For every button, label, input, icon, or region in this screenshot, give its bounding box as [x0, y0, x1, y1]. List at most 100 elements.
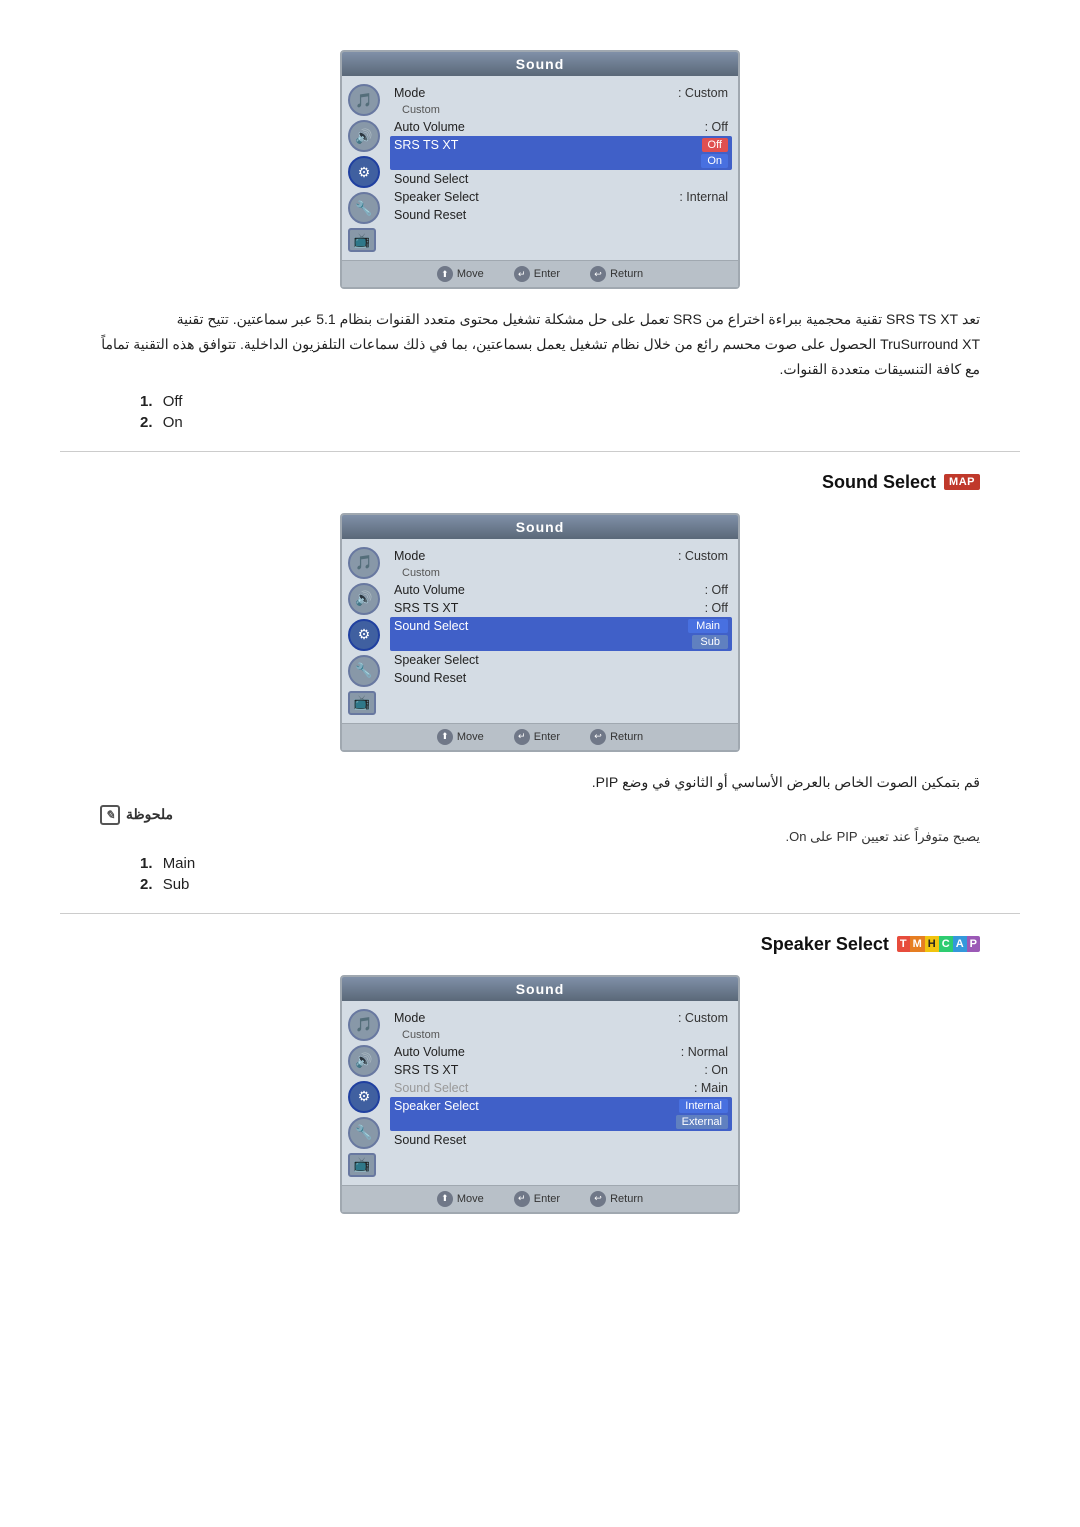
move-icon-2: ⬆: [437, 729, 453, 745]
sidebar3-icon-2: 🔊: [348, 1045, 380, 1077]
menu2-row-srs: SRS TS XT : Off: [390, 599, 732, 617]
sidebar2-icon-1: 🎵: [348, 547, 380, 579]
soundreset2-label: Sound Reset: [394, 671, 466, 685]
menu3-row-mode: Mode : Custom: [390, 1009, 732, 1027]
note-title: ملحوظة ✎: [100, 805, 980, 825]
srs-off-value: Off: [702, 138, 728, 152]
badge-t: T: [897, 936, 910, 952]
mode2-value: : Custom: [678, 549, 728, 563]
autovolume3-label: Auto Volume: [394, 1045, 465, 1059]
sidebar3-icon-1: 🎵: [348, 1009, 380, 1041]
menu2-row-mode: Mode : Custom: [390, 547, 732, 565]
footer-return-1: ↩ Return: [590, 266, 643, 282]
sound-select-arabic: قم بتمكين الصوت الخاص بالعرض الأساسي أو …: [60, 770, 1020, 795]
footer-enter-2: ↵ Enter: [514, 729, 560, 745]
tv-menu-3-items: Mode : Custom Custom Auto Volume : Norma…: [390, 1009, 732, 1177]
note-title-text: ملحوظة: [126, 806, 173, 823]
sound-option-2: 2. Sub: [140, 876, 940, 893]
autovolume3-value: : Normal: [681, 1045, 728, 1059]
tv-menu-1-title: Sound: [342, 52, 738, 76]
srs-label: SRS TS XT: [394, 138, 458, 168]
note-icon: ✎: [100, 805, 120, 825]
tv-menu-3-sidebar: 🎵 🔊 ⚙ 🔧 📺: [348, 1009, 380, 1177]
footer-return-3: ↩ Return: [590, 1191, 643, 1207]
menu3-row-custom: Custom: [390, 1027, 732, 1043]
soundselect3-value: : Main: [694, 1081, 728, 1095]
soundselect2-label: Sound Select: [394, 619, 468, 649]
menu-row-srs: SRS TS XT Off On: [390, 136, 732, 170]
sound-main-option: Main: [688, 619, 728, 633]
badge-m: M: [910, 936, 925, 952]
badge-h: H: [925, 936, 939, 952]
speakerselect1-value: : Internal: [679, 190, 728, 204]
sound-sub-option: Sub: [692, 635, 728, 649]
enter-icon-1: ↵: [514, 266, 530, 282]
badge-c: C: [939, 936, 953, 952]
speakerselect1-label: Speaker Select: [394, 190, 479, 204]
sound-select-arabic-paragraph: قم بتمكين الصوت الخاص بالعرض الأساسي أو …: [100, 770, 980, 795]
sidebar2-icon-4: 🔧: [348, 655, 380, 687]
speaker-select-heading-label: Speaker Select: [761, 934, 889, 955]
menu-row-autovolume: Auto Volume : Off: [390, 118, 732, 136]
return-icon-2: ↩: [590, 729, 606, 745]
enter-label-2: Enter: [534, 731, 560, 743]
speakerselect2-label: Speaker Select: [394, 653, 479, 667]
sound-opt2-num: 2.: [140, 876, 153, 893]
return-label-3: Return: [610, 1193, 643, 1205]
srs-option-list: 1. Off 2. On: [60, 393, 1020, 431]
soundselect3-label: Sound Select: [394, 1081, 468, 1095]
menu3-row-speakerselect: Speaker Select Internal External: [390, 1097, 732, 1131]
note-text: يصبح متوفراً عند تعيين PIP على On.: [100, 829, 980, 845]
sidebar2-icon-5: 📺: [348, 691, 376, 715]
sound-select-option-list: 1. Main 2. Sub: [60, 855, 1020, 893]
tv-menu-2-sidebar: 🎵 🔊 ⚙ 🔧 📺: [348, 547, 380, 715]
tv-menu-2-footer: ⬆ Move ↵ Enter ↩ Return: [342, 723, 738, 750]
enter-label-3: Enter: [534, 1193, 560, 1205]
menu3-row-soundselect: Sound Select : Main: [390, 1079, 732, 1097]
menu2-row-custom: Custom: [390, 565, 732, 581]
menu-row-custom: Custom: [390, 102, 732, 118]
move-icon-1: ⬆: [437, 266, 453, 282]
sound-option-1: 1. Main: [140, 855, 940, 872]
mode-value: : Custom: [678, 86, 728, 100]
srs-on-value: On: [701, 154, 728, 168]
sound-select-heading: Sound Select MAP: [60, 472, 980, 493]
srs-opt1-num: 1.: [140, 393, 153, 410]
custom2-label: Custom: [402, 567, 440, 579]
srs-values: Off On: [701, 138, 728, 168]
soundreset3-label: Sound Reset: [394, 1133, 466, 1147]
speakerselect3-options: Internal External: [676, 1099, 728, 1129]
footer-return-2: ↩ Return: [590, 729, 643, 745]
move-icon-3: ⬆: [437, 1191, 453, 1207]
menu-row-mode: Mode : Custom: [390, 84, 732, 102]
divider-1: [60, 451, 1020, 452]
move-label-3: Move: [457, 1193, 484, 1205]
sound-opt1-label: Main: [163, 855, 196, 872]
tv-menu-3-container: Sound 🎵 🔊 ⚙ 🔧 📺 Mode : Custom: [60, 975, 1020, 1214]
srs-opt2-label: On: [163, 414, 183, 431]
section-sound-select: Sound Select MAP Sound 🎵 🔊 ⚙ 🔧 📺: [60, 472, 1020, 893]
page-wrapper: Sound 🎵 🔊 ⚙ 🔧 📺 Mode : Custom: [0, 0, 1080, 1262]
sidebar-icon-4: 🔧: [348, 192, 380, 224]
section-speaker-select: Speaker Select T M H C A P Sound 🎵 🔊 ⚙: [60, 934, 1020, 1214]
autovolume-label: Auto Volume: [394, 120, 465, 134]
srs-opt2-num: 2.: [140, 414, 153, 431]
return-icon-3: ↩: [590, 1191, 606, 1207]
menu-row-speakerselect-1: Speaker Select : Internal: [390, 188, 732, 206]
footer-move-3: ⬆ Move: [437, 1191, 484, 1207]
tv-menu-1-items: Mode : Custom Custom Auto Volume : Off S…: [390, 84, 732, 252]
speakerselect3-label: Speaker Select: [394, 1099, 479, 1129]
srs2-value: : Off: [705, 601, 728, 615]
return-label-1: Return: [610, 268, 643, 280]
autovolume-value: : Off: [705, 120, 728, 134]
menu-row-soundreset-1: Sound Reset: [390, 206, 732, 224]
srs-arabic-paragraph: تعد SRS TS XT تقنية محجمية ببراءة اختراع…: [100, 307, 980, 383]
sidebar3-icon-3: ⚙: [348, 1081, 380, 1113]
sound-select-heading-label: Sound Select: [822, 472, 936, 493]
srs-arabic-text: تعد SRS TS XT تقنية محجمية ببراءة اختراع…: [60, 307, 1020, 383]
tv-menu-3-body: 🎵 🔊 ⚙ 🔧 📺 Mode : Custom Custom: [342, 1001, 738, 1185]
sidebar2-icon-3: ⚙: [348, 619, 380, 651]
sound-opt2-label: Sub: [163, 876, 190, 893]
enter-icon-3: ↵: [514, 1191, 530, 1207]
speaker-external-option: External: [676, 1115, 728, 1129]
